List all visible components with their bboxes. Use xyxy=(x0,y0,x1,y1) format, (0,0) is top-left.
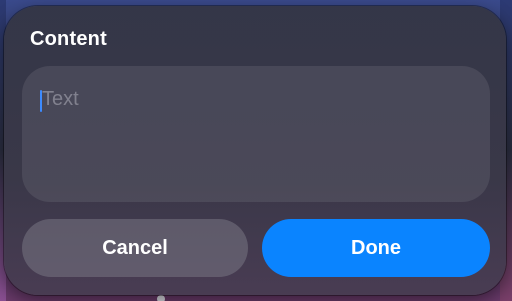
text-field-container[interactable] xyxy=(22,66,490,202)
dialog-title: Content xyxy=(30,28,107,50)
content-text-input[interactable] xyxy=(22,66,490,202)
done-button[interactable]: Done xyxy=(262,219,490,277)
cancel-button[interactable]: Cancel xyxy=(22,219,248,277)
background-page-indicator xyxy=(157,295,165,301)
content-dialog: Content Cancel Done xyxy=(4,6,506,295)
